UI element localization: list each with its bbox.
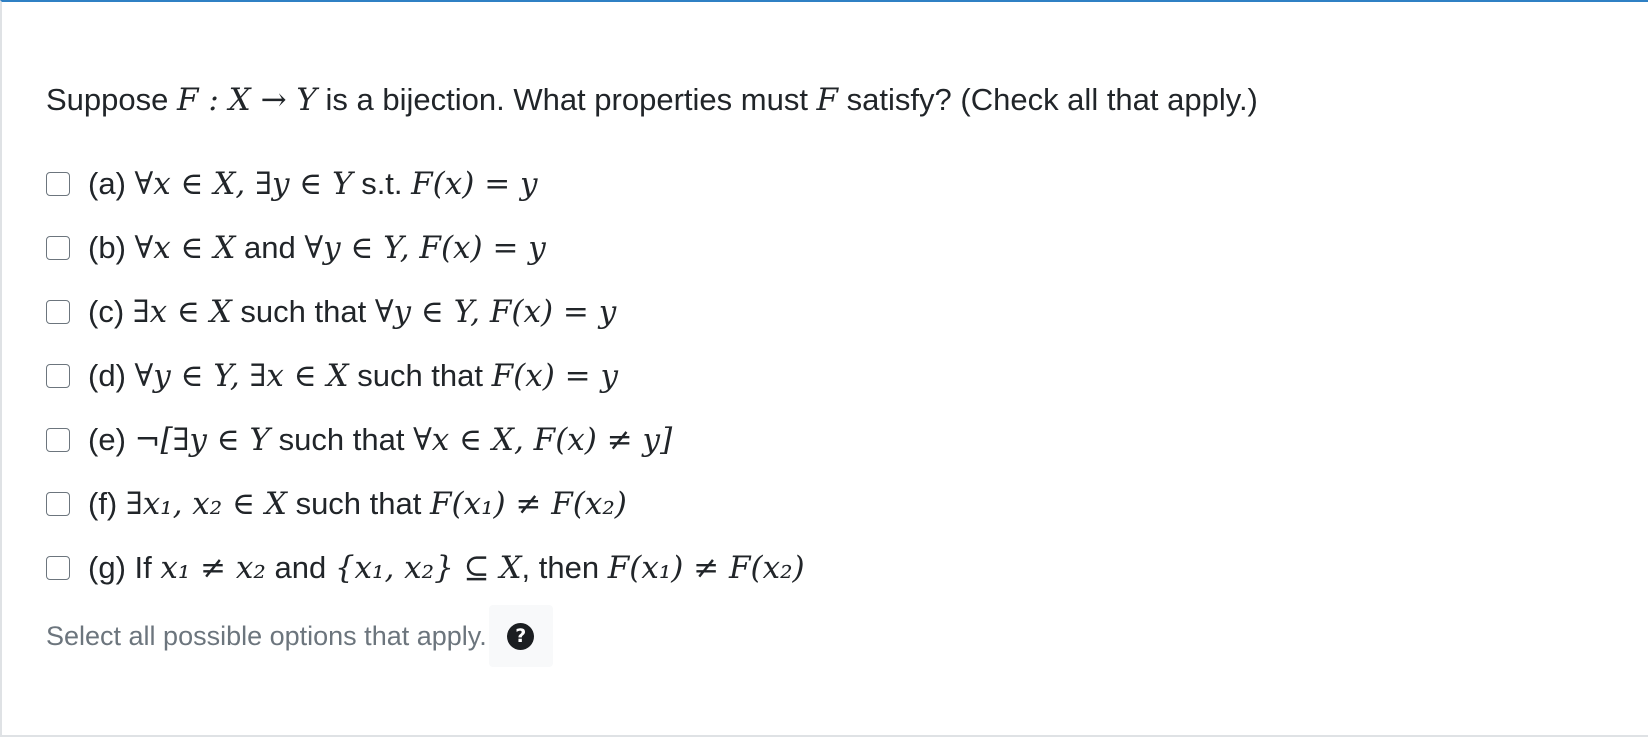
options-list: (a) ∀x ∈ X, ∃y ∈ Y s.t. F(x) = y (b) ∀x … [46, 164, 805, 612]
option-a[interactable]: (a) ∀x ∈ X, ∃y ∈ Y s.t. F(x) = y [46, 164, 805, 204]
question-prefix: Suppose [46, 82, 177, 117]
option-e-math-2: ∀x ∈ X, F(x) ≠ y] [413, 422, 673, 458]
question-suffix: satisfy? (Check all that apply.) [838, 82, 1258, 117]
option-c-math-2: ∀y ∈ Y, F(x) = y [374, 294, 617, 330]
option-b[interactable]: (b) ∀x ∈ X and ∀y ∈ Y, F(x) = y [46, 228, 805, 268]
option-c[interactable]: (c) ∃x ∈ X such that ∀y ∈ Y, F(x) = y [46, 292, 805, 332]
option-a-math-2: F(x) = y [411, 166, 538, 202]
option-a-prefix: (a) [88, 166, 135, 201]
option-b-math-1: ∀x ∈ X [134, 230, 236, 266]
option-a-text-1: s.t. [352, 166, 412, 201]
question-math-1: F : X → Y [177, 82, 317, 118]
option-d-prefix: (d) [88, 358, 135, 393]
option-f-text-1: such that [286, 486, 430, 521]
option-d-text-1: such that [348, 358, 492, 393]
option-f[interactable]: (f) ∃x₁, x₂ ∈ X such that F(x₁) ≠ F(x₂) [46, 484, 805, 524]
option-g-math-3: F(x₁) ≠ F(x₂) [607, 550, 805, 586]
option-g-math-2: {x₁, x₂} ⊆ X [334, 550, 522, 586]
question-math-2: F [816, 82, 839, 118]
question-middle: is a bijection. What properties must [316, 82, 817, 117]
option-b-text-1: and [235, 230, 305, 265]
question-text: Suppose F : X → Y is a bijection. What p… [46, 80, 1258, 120]
option-g-text-2: , then [521, 550, 608, 585]
option-c-label: (c) ∃x ∈ X such that ∀y ∈ Y, F(x) = y [88, 294, 616, 330]
help-button[interactable]: ? [488, 605, 553, 667]
option-f-math-2: F(x₁) ≠ F(x₂) [429, 486, 627, 522]
checkbox-d[interactable] [46, 364, 70, 388]
option-b-label: (b) ∀x ∈ X and ∀y ∈ Y, F(x) = y [88, 230, 546, 266]
checkbox-c[interactable] [46, 300, 70, 324]
option-e-prefix: (e) [88, 422, 135, 457]
option-c-text-1: such that [231, 294, 375, 329]
option-c-prefix: (c) [88, 294, 133, 329]
option-b-math-2: ∀y ∈ Y, F(x) = y [304, 230, 546, 266]
option-e-math-1: ¬[∃y ∈ Y [134, 422, 271, 458]
option-c-math-1: ∃x ∈ X [132, 294, 232, 330]
option-d-label: (d) ∀y ∈ Y, ∃x ∈ X such that F(x) = y [88, 358, 618, 394]
question-card: Suppose F : X → Y is a bijection. What p… [0, 0, 1648, 737]
option-g-label: (g) If x₁ ≠ x₂ and {x₁, x₂} ⊆ X, then F(… [88, 550, 805, 586]
checkbox-e[interactable] [46, 428, 70, 452]
option-d-math-2: F(x) = y [491, 358, 619, 394]
option-a-label: (a) ∀x ∈ X, ∃y ∈ Y s.t. F(x) = y [88, 166, 538, 202]
checkbox-f[interactable] [46, 492, 70, 516]
option-e[interactable]: (e) ¬[∃y ∈ Y such that ∀x ∈ X, F(x) ≠ y] [46, 420, 805, 460]
hint-row: Select all possible options that apply. … [46, 605, 553, 667]
option-f-label: (f) ∃x₁, x₂ ∈ X such that F(x₁) ≠ F(x₂) [88, 486, 627, 522]
checkbox-b[interactable] [46, 236, 70, 260]
option-e-text-1: such that [270, 422, 414, 457]
option-a-math-1: ∀x ∈ X, ∃y ∈ Y [134, 166, 353, 202]
option-g-math-1: x₁ ≠ x₂ [160, 550, 266, 586]
option-b-prefix: (b) [88, 230, 135, 265]
option-e-label: (e) ¬[∃y ∈ Y such that ∀x ∈ X, F(x) ≠ y] [88, 422, 672, 458]
checkbox-g[interactable] [46, 556, 70, 580]
option-d-math-1: ∀y ∈ Y, ∃x ∈ X [134, 358, 349, 394]
hint-text: Select all possible options that apply. [46, 620, 487, 651]
option-g[interactable]: (g) If x₁ ≠ x₂ and {x₁, x₂} ⊆ X, then F(… [46, 548, 805, 588]
option-g-text-1: and [265, 550, 335, 585]
question-mark-icon: ? [507, 622, 535, 650]
option-f-math-1: ∃x₁, x₂ ∈ X [125, 486, 287, 522]
option-g-prefix: (g) If [88, 550, 161, 585]
option-f-prefix: (f) [88, 486, 126, 521]
option-d[interactable]: (d) ∀y ∈ Y, ∃x ∈ X such that F(x) = y [46, 356, 805, 396]
checkbox-a[interactable] [46, 172, 70, 196]
